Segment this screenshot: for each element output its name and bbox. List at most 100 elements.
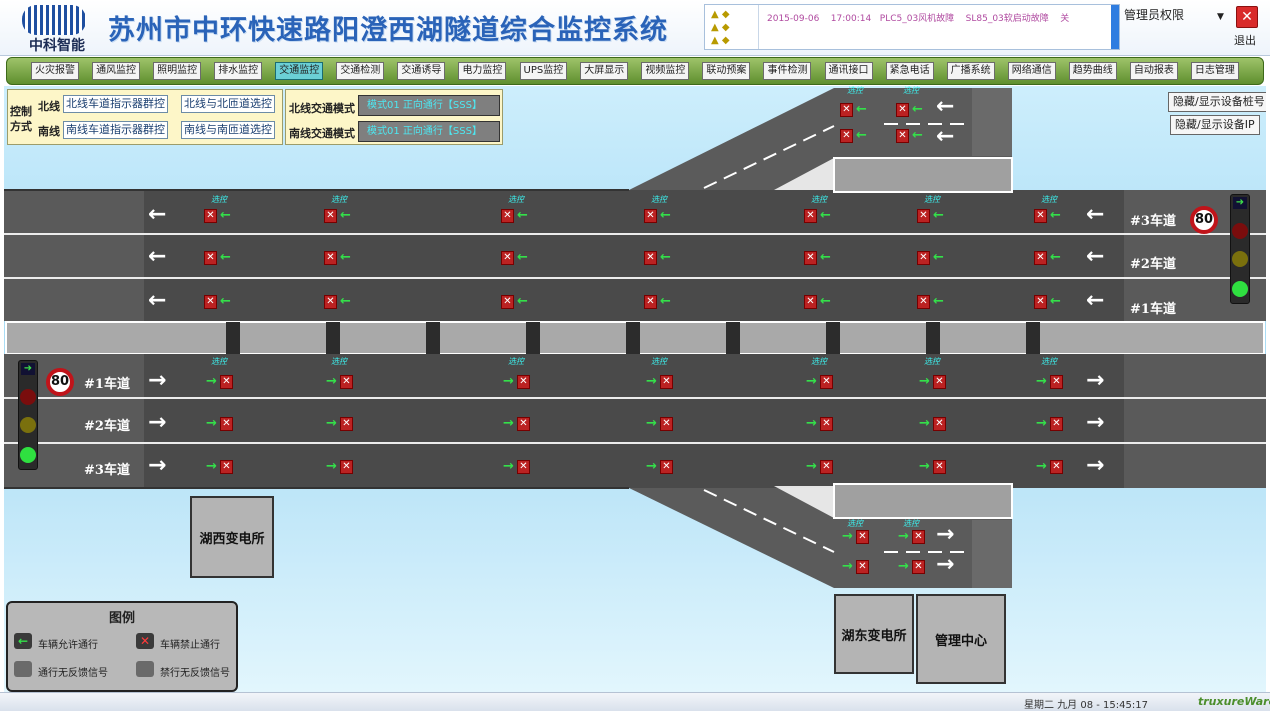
north-ramp-signal-1-1[interactable]: ✕ ← <box>896 129 926 143</box>
north-ramp-signal-0-1[interactable]: ✕ ← <box>896 103 926 117</box>
toolbar-button-10[interactable]: 视频监控 <box>641 62 690 80</box>
south-flow-arrow-west-2: → <box>148 453 167 478</box>
north-ramp-control-button[interactable]: 北线与北匝道选控 <box>181 95 275 113</box>
north-lane-signal-1-5[interactable]: ✕ ← <box>917 251 947 265</box>
toolbar-button-11[interactable]: 联动预案 <box>702 62 751 80</box>
north-lane-signal-2-3[interactable]: ✕ ← <box>644 295 674 309</box>
north-lane-signal-0-1[interactable]: ✕ ← <box>324 209 354 223</box>
toolbar-button-13[interactable]: 通讯接口 <box>824 62 873 80</box>
toolbar-button-7[interactable]: 电力监控 <box>458 62 507 80</box>
south-ramp-signal-0-0[interactable]: ✕ → <box>840 530 870 544</box>
south-lane-signal-0-3[interactable]: ✕ → <box>644 375 674 389</box>
north-traffic-mode-value[interactable]: 模式01 正向通行【SSS】 <box>358 95 500 116</box>
south-group-control-button[interactable]: 南线车道指示器群控 <box>63 121 168 139</box>
south-lane-signal-2-5[interactable]: ✕ → <box>917 460 947 474</box>
south-lane-signal-2-6[interactable]: ✕ → <box>1034 460 1064 474</box>
toolbar-button-18[interactable]: 自动报表 <box>1129 62 1178 80</box>
toolbar-button-9[interactable]: 大屏显示 <box>580 62 629 80</box>
south-speed-limit-sign[interactable]: 80 <box>46 368 74 396</box>
south-traffic-mode-value[interactable]: 模式01 正向通行【SSS】 <box>358 121 500 142</box>
toolbar-button-5[interactable]: 交通检测 <box>336 62 385 80</box>
south-traffic-light[interactable]: ➜ <box>18 360 38 470</box>
legend-panel: 图例 ← 车辆允许通行 ✕ 车辆禁止通行 通行无反馈信号 禁行无反馈信号 <box>6 601 238 692</box>
north-lane-signal-2-1[interactable]: ✕ ← <box>324 295 354 309</box>
north-ramp-signal-0-0[interactable]: ✕ ← <box>840 103 870 117</box>
north-traffic-light[interactable]: ➜ <box>1230 194 1250 304</box>
north-lane-signal-0-0[interactable]: ✕ ← <box>204 209 234 223</box>
management-center[interactable]: 管理中心 <box>916 594 1006 684</box>
toolbar-button-14[interactable]: 紧急电话 <box>885 62 934 80</box>
south-lane-signal-1-1[interactable]: ✕ → <box>324 417 354 431</box>
toolbar-button-6[interactable]: 交通诱导 <box>397 62 446 80</box>
user-role-label[interactable]: 管理员权限 <box>1124 6 1184 23</box>
south-ramp-signal-0-1[interactable]: ✕ → <box>896 530 926 544</box>
forbid-cross-icon: ✕ <box>204 209 217 223</box>
north-lane-signal-2-2[interactable]: ✕ ← <box>501 295 531 309</box>
toolbar-button-17[interactable]: 趋势曲线 <box>1068 62 1117 80</box>
south-lane-signal-0-4[interactable]: ✕ → <box>804 375 834 389</box>
toggle-pile-number-button[interactable]: 隐藏/显示设备桩号 <box>1168 92 1266 112</box>
south-lane-signal-2-1[interactable]: ✕ → <box>324 460 354 474</box>
allow-left-arrow-icon: ← <box>220 250 231 265</box>
toolbar-button-16[interactable]: 网络通信 <box>1007 62 1056 80</box>
north-lane-signal-0-3[interactable]: ✕ ← <box>644 209 674 223</box>
toolbar-button-0[interactable]: 火灾报警 <box>31 62 79 80</box>
north-lane-signal-0-4[interactable]: ✕ ← <box>804 209 834 223</box>
toolbar-button-3[interactable]: 排水监控 <box>214 62 263 80</box>
south-flow-arrow-east-2: → <box>1086 453 1105 478</box>
allow-arrow-icon: ← <box>14 633 32 649</box>
south-ramp-signal-1-1[interactable]: ✕ → <box>896 560 926 574</box>
south-lane-signal-1-5[interactable]: ✕ → <box>917 417 947 431</box>
north-lane-signal-1-2[interactable]: ✕ ← <box>501 251 531 265</box>
south-lane-signal-0-2[interactable]: ✕ → <box>501 375 531 389</box>
alarm-scrollbar[interactable] <box>1111 5 1119 49</box>
exit-label[interactable]: 退出 <box>1234 32 1256 48</box>
west-substation[interactable]: 湖西变电所 <box>190 496 274 578</box>
north-lane-signal-1-0[interactable]: ✕ ← <box>204 251 234 265</box>
north-lane-signal-1-6[interactable]: ✕ ← <box>1034 251 1064 265</box>
north-lane-signal-0-6[interactable]: ✕ ← <box>1034 209 1064 223</box>
forbid-cross-icon: ✕ <box>340 375 353 389</box>
north-lane-signal-2-4[interactable]: ✕ ← <box>804 295 834 309</box>
south-lane-signal-1-2[interactable]: ✕ → <box>501 417 531 431</box>
south-ramp-signal-1-0[interactable]: ✕ → <box>840 560 870 574</box>
south-lane-signal-0-1[interactable]: ✕ → <box>324 375 354 389</box>
south-lane-signal-2-3[interactable]: ✕ → <box>644 460 674 474</box>
chevron-down-icon[interactable]: ▼ <box>1217 12 1224 22</box>
south-lane-signal-2-0[interactable]: ✕ → <box>204 460 234 474</box>
toolbar-button-2[interactable]: 照明监控 <box>153 62 202 80</box>
toolbar-button-12[interactable]: 事件检测 <box>763 62 812 80</box>
north-lane-signal-1-1[interactable]: ✕ ← <box>324 251 354 265</box>
south-lane-signal-0-5[interactable]: ✕ → <box>917 375 947 389</box>
south-lane-signal-1-4[interactable]: ✕ → <box>804 417 834 431</box>
south-lane-signal-2-4[interactable]: ✕ → <box>804 460 834 474</box>
north-lane-signal-2-0[interactable]: ✕ ← <box>204 295 234 309</box>
exit-button[interactable]: ✕ <box>1236 6 1258 28</box>
toolbar-button-19[interactable]: 日志管理 <box>1190 62 1239 80</box>
south-lane-signal-1-6[interactable]: ✕ → <box>1034 417 1064 431</box>
toolbar-button-15[interactable]: 广播系统 <box>946 62 995 80</box>
north-lane-signal-2-6[interactable]: ✕ ← <box>1034 295 1064 309</box>
north-ramp-signal-1-0[interactable]: ✕ ← <box>840 129 870 143</box>
north-lane-signal-1-3[interactable]: ✕ ← <box>644 251 674 265</box>
toolbar-button-4[interactable]: 交通监控 <box>275 62 324 80</box>
south-lane-signal-1-3[interactable]: ✕ → <box>644 417 674 431</box>
toggle-device-ip-button[interactable]: 隐藏/显示设备IP <box>1170 115 1260 135</box>
allow-right-arrow-icon: → <box>806 374 817 389</box>
south-lane-signal-2-2[interactable]: ✕ → <box>501 460 531 474</box>
north-speed-limit-sign[interactable]: 80 <box>1190 206 1218 234</box>
north-group-control-button[interactable]: 北线车道指示器群控 <box>63 95 168 113</box>
north-lane-signal-0-2[interactable]: ✕ ← <box>501 209 531 223</box>
north-lane-signal-2-5[interactable]: ✕ ← <box>917 295 947 309</box>
north-lane-signal-1-4[interactable]: ✕ ← <box>804 251 834 265</box>
south-ramp-control-button[interactable]: 南线与南匝道选控 <box>181 121 275 139</box>
south-lane-signal-0-6[interactable]: ✕ → <box>1034 375 1064 389</box>
toolbar-button-8[interactable]: UPS监控 <box>519 62 568 80</box>
toolbar-button-1[interactable]: 通风监控 <box>92 62 141 80</box>
north-lane-signal-0-5[interactable]: ✕ ← <box>917 209 947 223</box>
alarm-panel[interactable]: ▲ ◆ ▲ ◆ ▲ ◆ 2015-09-06 17:00:14 PLC5_03风… <box>704 4 1120 50</box>
east-substation[interactable]: 湖东变电所 <box>834 594 914 674</box>
south-lane-signal-1-0[interactable]: ✕ → <box>204 417 234 431</box>
allow-left-arrow-icon: ← <box>820 250 831 265</box>
south-lane-signal-0-0[interactable]: ✕ → <box>204 375 234 389</box>
